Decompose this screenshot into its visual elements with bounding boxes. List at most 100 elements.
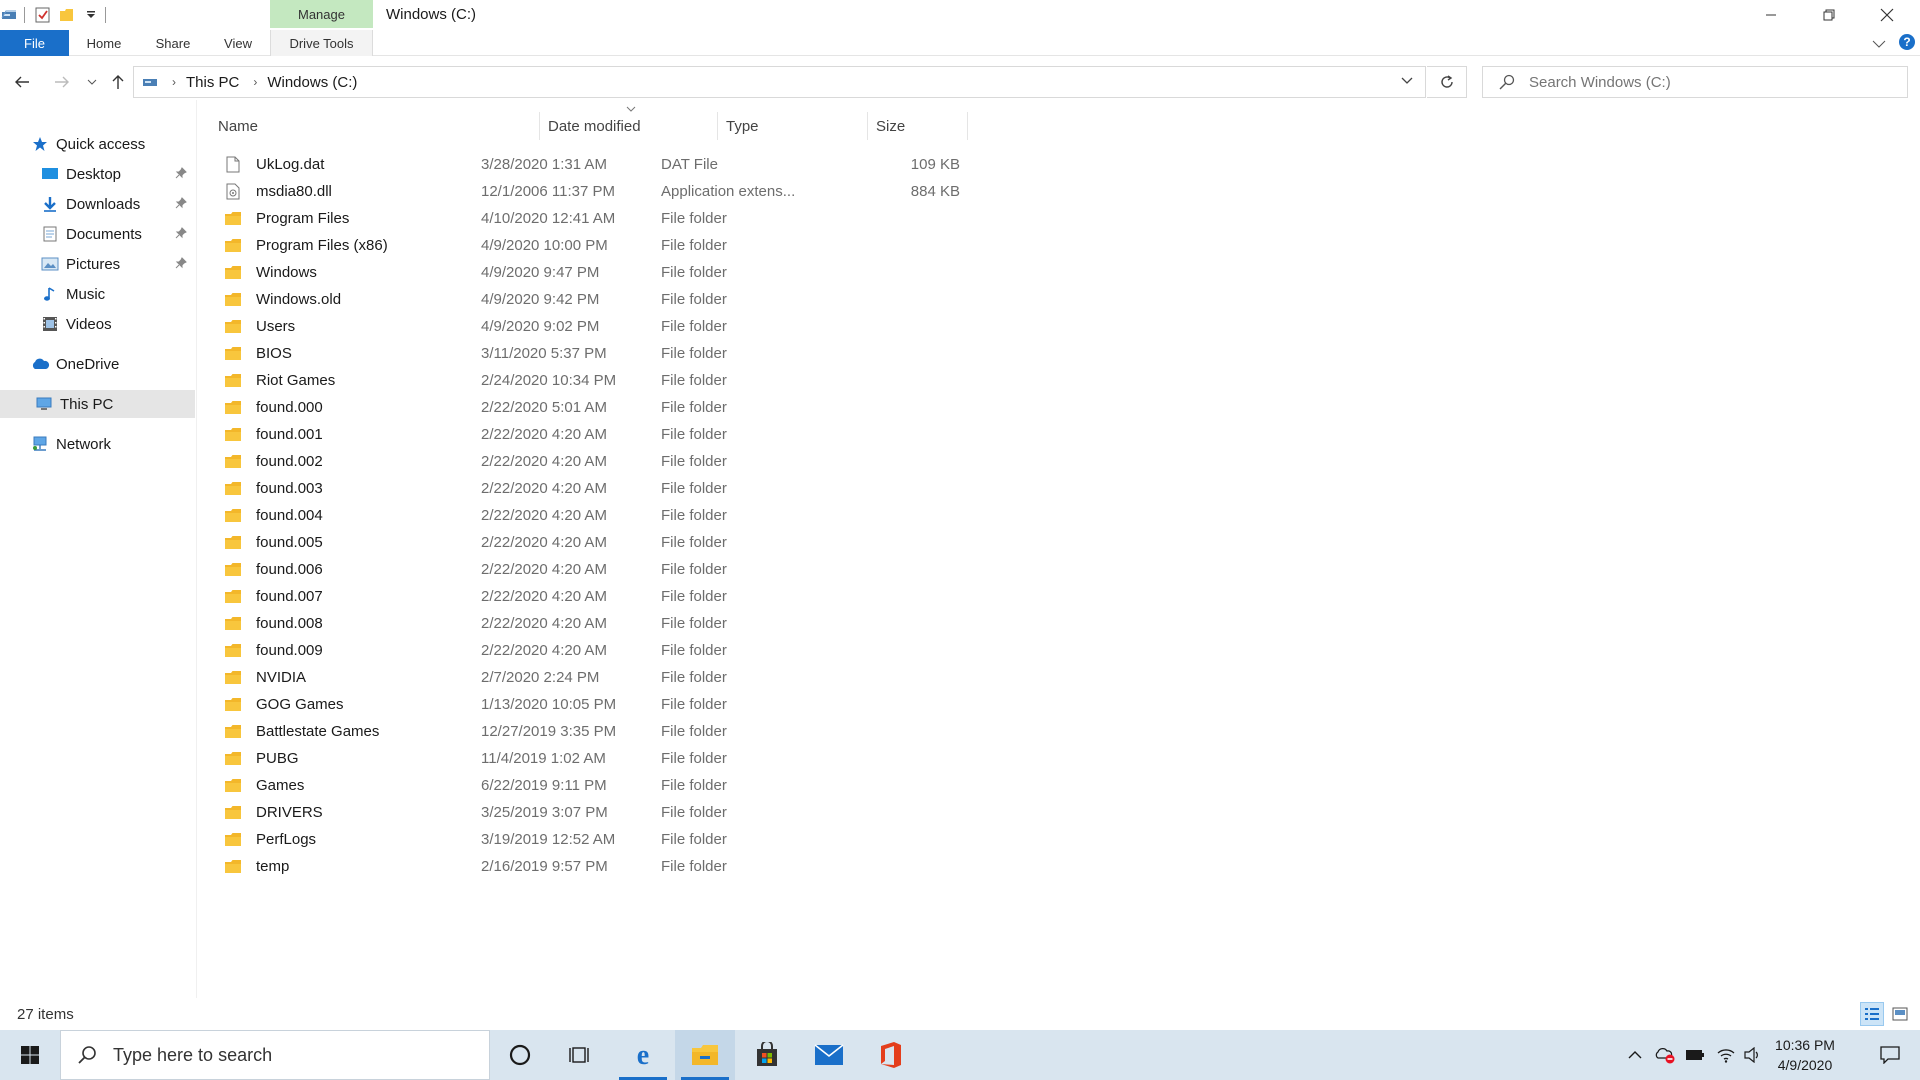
- table-row[interactable]: found.004 2/22/2020 4:20 AM File folder: [216, 502, 1016, 529]
- table-row[interactable]: PUBG 11/4/2019 1:02 AM File folder: [216, 745, 1016, 772]
- pin-icon[interactable]: [175, 196, 187, 213]
- sidebar-item-network[interactable]: Network: [0, 430, 195, 458]
- file-size: [796, 421, 960, 448]
- file-date-modified: 2/22/2020 4:20 AM: [481, 615, 607, 632]
- column-header-date-modified[interactable]: Date modified: [540, 112, 718, 140]
- drive-icon[interactable]: [0, 5, 20, 25]
- close-button[interactable]: [1858, 0, 1916, 30]
- file-explorer-button[interactable]: [675, 1030, 735, 1080]
- cortana-button[interactable]: [490, 1030, 550, 1080]
- table-row[interactable]: Users 4/9/2020 9:02 PM File folder: [216, 313, 1016, 340]
- file-size: [796, 259, 960, 286]
- table-row[interactable]: msdia80.dll 12/1/2006 11:37 PM Application…: [216, 178, 1016, 205]
- tab-file[interactable]: File: [0, 30, 69, 56]
- folder-icon: [224, 454, 242, 470]
- store-button[interactable]: [737, 1030, 797, 1080]
- table-row[interactable]: Windows 4/9/2020 9:47 PM File folder: [216, 259, 1016, 286]
- table-row[interactable]: Games 6/22/2019 9:11 PM File folder: [216, 772, 1016, 799]
- office-button[interactable]: [861, 1030, 921, 1080]
- tab-home[interactable]: Home: [74, 30, 134, 56]
- table-row[interactable]: UkLog.dat 3/28/2020 1:31 AM DAT File 109 KB: [216, 151, 1016, 178]
- column-header-type[interactable]: Type: [718, 112, 868, 140]
- table-row[interactable]: found.000 2/22/2020 5:01 AM File folder: [216, 394, 1016, 421]
- action-center-button[interactable]: [1866, 1030, 1914, 1080]
- show-hidden-icons-button[interactable]: [1620, 1030, 1650, 1080]
- address-dropdown-icon[interactable]: [1401, 77, 1413, 85]
- minimize-button[interactable]: [1742, 0, 1800, 30]
- pin-icon[interactable]: [175, 226, 187, 243]
- sidebar-item-pictures[interactable]: Pictures: [0, 250, 195, 278]
- restore-button[interactable]: [1800, 0, 1858, 30]
- sidebar-item-videos[interactable]: Videos: [0, 310, 195, 338]
- properties-icon[interactable]: [33, 5, 53, 25]
- table-row[interactable]: found.007 2/22/2020 4:20 AM File folder: [216, 583, 1016, 610]
- search-box[interactable]: [1482, 66, 1908, 98]
- forward-button[interactable]: [50, 70, 74, 94]
- table-row[interactable]: Battlestate Games 12/27/2019 3:35 PM File …: [216, 718, 1016, 745]
- refresh-button[interactable]: [1427, 66, 1467, 98]
- sidebar-item-this-pc[interactable]: This PC: [0, 390, 195, 418]
- table-row[interactable]: Program Files 4/10/2020 12:41 AM File fold…: [216, 205, 1016, 232]
- start-button[interactable]: [0, 1030, 60, 1080]
- customize-qat-icon[interactable]: [81, 5, 101, 25]
- taskbar-search-box[interactable]: Type here to search: [60, 1030, 490, 1080]
- table-row[interactable]: GOG Games 1/13/2020 10:05 PM File folder: [216, 691, 1016, 718]
- table-row[interactable]: Riot Games 2/24/2020 10:34 PM File folder: [216, 367, 1016, 394]
- sidebar-item-downloads[interactable]: Downloads: [0, 190, 195, 218]
- table-row[interactable]: NVIDIA 2/7/2020 2:24 PM File folder: [216, 664, 1016, 691]
- file-name-cell: found.002: [224, 448, 323, 475]
- file-name-cell: PerfLogs: [224, 826, 316, 853]
- task-view-button[interactable]: [550, 1030, 610, 1080]
- file-size: [796, 799, 960, 826]
- pin-icon[interactable]: [175, 166, 187, 183]
- wifi-icon[interactable]: [1711, 1030, 1741, 1080]
- table-row[interactable]: found.005 2/22/2020 4:20 AM File folder: [216, 529, 1016, 556]
- table-row[interactable]: BIOS 3/11/2020 5:37 PM File folder: [216, 340, 1016, 367]
- help-icon[interactable]: ?: [1898, 33, 1916, 56]
- table-row[interactable]: Windows.old 4/9/2020 9:42 PM File folder: [216, 286, 1016, 313]
- table-row[interactable]: DRIVERS 3/25/2019 3:07 PM File folder: [216, 799, 1016, 826]
- sidebar-item-desktop[interactable]: Desktop: [0, 160, 195, 188]
- sidebar-item-quick-access[interactable]: Quick access: [0, 130, 195, 158]
- table-row[interactable]: temp 2/16/2019 9:57 PM File folder: [216, 853, 1016, 880]
- table-row[interactable]: found.002 2/22/2020 4:20 AM File folder: [216, 448, 1016, 475]
- file-name: found.003: [256, 480, 323, 497]
- column-header-size[interactable]: Size: [868, 112, 968, 140]
- battery-icon[interactable]: [1680, 1030, 1710, 1080]
- recent-locations-button[interactable]: [80, 70, 104, 94]
- search-input[interactable]: [1529, 73, 1869, 91]
- column-header-name[interactable]: Name: [210, 112, 540, 140]
- tab-share[interactable]: Share: [143, 30, 203, 56]
- volume-icon[interactable]: [1738, 1030, 1768, 1080]
- onedrive-status-icon[interactable]: [1650, 1030, 1680, 1080]
- sidebar-item-music[interactable]: Music: [0, 280, 195, 308]
- sidebar-item-onedrive[interactable]: OneDrive: [0, 350, 195, 378]
- mail-button[interactable]: [799, 1030, 859, 1080]
- pin-icon[interactable]: [175, 256, 187, 273]
- breadcrumb-this-pc[interactable]: This PC: [186, 74, 239, 91]
- taskbar-clock[interactable]: 10:36 PM 4/9/2020: [1765, 1035, 1845, 1075]
- tab-view[interactable]: View: [210, 30, 266, 56]
- table-row[interactable]: found.008 2/22/2020 4:20 AM File folder: [216, 610, 1016, 637]
- table-row[interactable]: found.003 2/22/2020 4:20 AM File folder: [216, 475, 1016, 502]
- details-view-button[interactable]: [1860, 1002, 1884, 1026]
- table-row[interactable]: Program Files (x86) 4/9/2020 10:00 PM File…: [216, 232, 1016, 259]
- up-button[interactable]: [106, 70, 130, 94]
- manage-contextual-tab[interactable]: Manage: [270, 0, 373, 28]
- table-row[interactable]: PerfLogs 3/19/2019 12:52 AM File folder: [216, 826, 1016, 853]
- back-button[interactable]: [10, 70, 34, 94]
- folder-icon: [224, 697, 242, 713]
- expand-ribbon-icon[interactable]: [1872, 36, 1886, 54]
- address-bar[interactable]: › This PC › Windows (C:): [133, 66, 1426, 98]
- table-row[interactable]: found.009 2/22/2020 4:20 AM File folder: [216, 637, 1016, 664]
- tab-drive-tools[interactable]: Drive Tools: [270, 30, 373, 56]
- file-name-cell: BIOS: [224, 340, 292, 367]
- new-folder-icon[interactable]: [57, 5, 77, 25]
- folder-icon: [224, 670, 242, 686]
- sidebar-item-documents[interactable]: Documents: [0, 220, 195, 248]
- table-row[interactable]: found.001 2/22/2020 4:20 AM File folder: [216, 421, 1016, 448]
- edge-browser-button[interactable]: e: [613, 1030, 673, 1080]
- table-row[interactable]: found.006 2/22/2020 4:20 AM File folder: [216, 556, 1016, 583]
- breadcrumb-windows-c[interactable]: Windows (C:): [267, 74, 357, 91]
- large-icons-view-button[interactable]: [1888, 1002, 1912, 1026]
